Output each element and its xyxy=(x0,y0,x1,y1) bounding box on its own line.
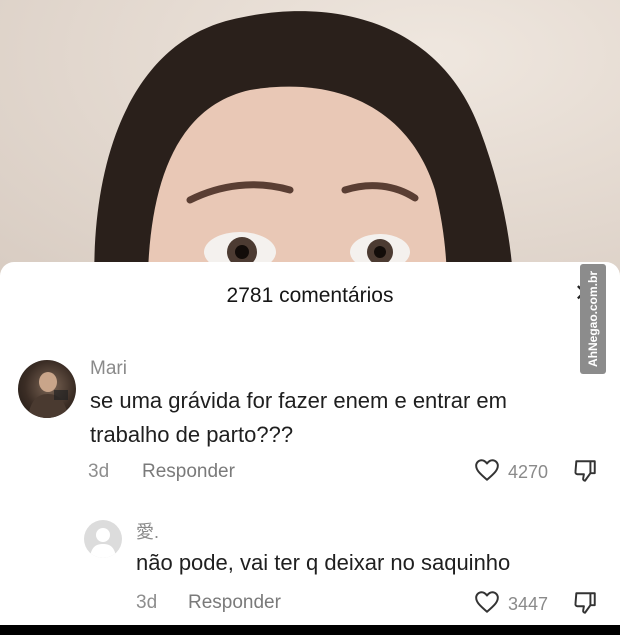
thumbs-down-icon[interactable] xyxy=(572,458,598,489)
reply-button[interactable]: Responder xyxy=(188,592,281,614)
default-avatar-icon xyxy=(90,528,116,558)
comment-age: 3d xyxy=(88,461,110,482)
reply-button[interactable]: Responder xyxy=(142,461,235,483)
comment-username[interactable]: Mari xyxy=(90,358,127,380)
avatar[interactable] xyxy=(18,360,76,418)
avatar[interactable] xyxy=(84,520,122,558)
comments-sheet: 2781 comentários ✕ AhNegao.com.br Mari s… xyxy=(0,262,620,625)
comments-count-title: 2781 comentários xyxy=(226,284,394,307)
video-person-face xyxy=(94,11,514,280)
comment-age: 3d xyxy=(136,592,158,613)
video-frame[interactable] xyxy=(0,0,620,280)
watermark-text: AhNegao.com.br xyxy=(586,270,600,368)
comment-text-line2: trabalho de parto??? xyxy=(90,422,294,447)
thumbs-down-icon[interactable] xyxy=(572,590,598,621)
avatar-photo xyxy=(28,372,68,418)
watermark: AhNegao.com.br xyxy=(580,264,606,374)
comment-text-line1: se uma grávida for fazer enem e entrar e… xyxy=(90,388,507,413)
like-count: 4270 xyxy=(508,462,549,482)
bottom-bar xyxy=(0,625,620,635)
comment-text-line1: não pode, vai ter q deixar no saquinho xyxy=(136,550,511,575)
heart-outline-icon[interactable] xyxy=(474,458,500,487)
comment-username[interactable]: 愛. xyxy=(136,518,159,544)
like-count: 3447 xyxy=(508,594,549,614)
heart-outline-icon[interactable] xyxy=(474,590,500,619)
